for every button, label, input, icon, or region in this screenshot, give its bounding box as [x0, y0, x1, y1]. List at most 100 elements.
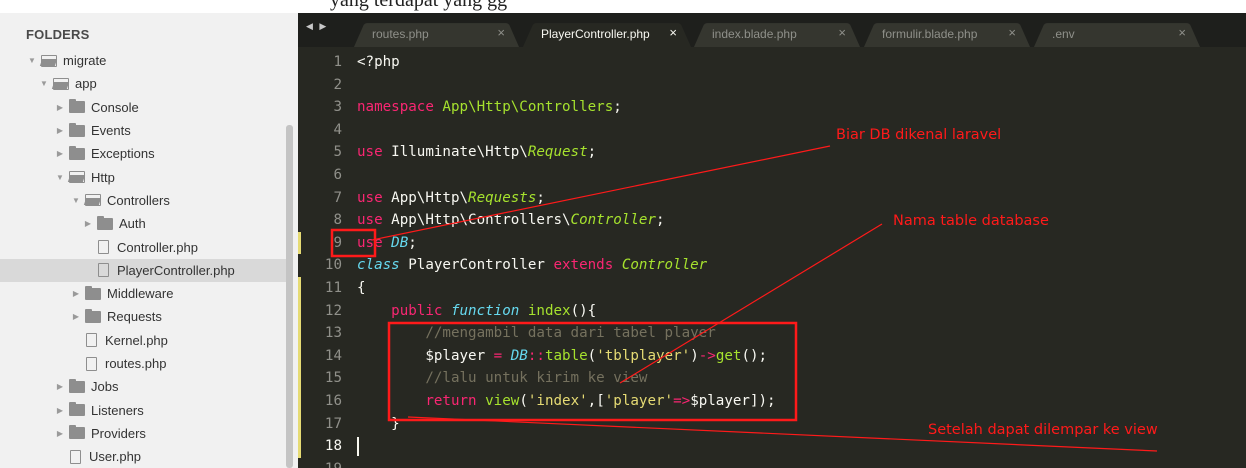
code-line: 4	[298, 119, 1246, 142]
file-item[interactable]: Controller.php	[0, 235, 288, 258]
line-number: 10	[324, 257, 342, 274]
code-token: extends	[553, 257, 614, 274]
close-icon[interactable]: ×	[1008, 25, 1016, 40]
close-icon[interactable]: ×	[838, 25, 846, 40]
line-number: 8	[333, 212, 342, 229]
code-token: App\Http\	[382, 189, 469, 206]
tree-item-label: Http	[91, 169, 115, 185]
line-number: 18	[324, 438, 342, 455]
code-area[interactable]: 1 <?php 2 3 namespace App\Http\Controllers; 4…	[298, 51, 1246, 468]
line-number: 17	[324, 415, 342, 432]
caret-right-icon[interactable]: ▶	[54, 126, 66, 135]
code-token: //lalu untuk kirim ke view	[425, 370, 648, 387]
caret-right-icon[interactable]: ▶	[54, 382, 66, 391]
tree-item-label: Auth	[119, 216, 146, 232]
sidebar-scrollbar[interactable]	[286, 125, 293, 468]
caret-down-icon[interactable]: ▼	[26, 56, 38, 65]
code-line: 9 use DB;	[298, 231, 1246, 255]
line-number: 5	[333, 144, 342, 161]
line-text: //mengambil data dari tabel player	[357, 322, 715, 345]
text-caret	[357, 436, 359, 456]
folder-item[interactable]: ▼ Http	[0, 165, 288, 188]
code-token: Request	[527, 144, 588, 161]
line-number: 13	[324, 325, 342, 342]
close-icon[interactable]: ×	[497, 25, 505, 40]
code-line: 16 return view('index',['player'=>$playe…	[298, 389, 1246, 413]
tree-item-label: Controller.php	[117, 239, 198, 255]
caret-down-icon[interactable]: ▼	[54, 173, 66, 182]
tab-label: .env	[1052, 27, 1075, 41]
folder-item[interactable]: ▶ Exceptions	[0, 142, 288, 165]
file-item[interactable]: routes.php	[0, 352, 288, 375]
tab-bar: ◀ ▶ routes.php × PlayerController.php × inde…	[298, 13, 1246, 47]
folder-item[interactable]: ▶ Listeners	[0, 398, 288, 421]
caret-down-icon[interactable]: ▼	[38, 79, 50, 88]
code-token: DB	[510, 347, 528, 364]
close-icon[interactable]: ×	[1178, 25, 1186, 40]
code-line: 5 use Illuminate\Http\Request;	[298, 141, 1246, 164]
code-token: ;	[613, 99, 622, 116]
folder-icon	[69, 145, 85, 160]
code-token: (){	[570, 302, 597, 319]
tree-item-label: Requests	[107, 309, 162, 325]
file-item[interactable]: User.php	[0, 445, 288, 468]
code-token: (	[587, 347, 597, 364]
code-token: table	[544, 347, 588, 364]
caret-right-icon[interactable]: ▶	[54, 149, 66, 158]
folder-icon	[69, 378, 85, 393]
folder-item[interactable]: ▼ app	[0, 72, 288, 95]
code-line: 13 //mengambil data dari tabel player	[298, 322, 1246, 345]
line-text: use Illuminate\Http\Request;	[357, 141, 596, 164]
caret-right-icon[interactable]: ▶	[54, 429, 66, 438]
file-item[interactable]: PlayerController.php	[0, 258, 288, 282]
editor-tab[interactable]: .env ×	[1034, 19, 1200, 47]
editor-tab[interactable]: routes.php ×	[354, 19, 519, 47]
caret-down-icon[interactable]: ▼	[70, 196, 82, 205]
code-token: (	[519, 392, 528, 409]
folder-item[interactable]: ▼ migrate	[0, 49, 288, 72]
folder-icon	[85, 308, 101, 323]
caret-right-icon[interactable]: ▶	[54, 406, 66, 415]
close-icon[interactable]: ×	[669, 25, 677, 40]
tree-item-label: Providers	[91, 425, 146, 441]
file-item[interactable]: Kernel.php	[0, 329, 288, 352]
code-line: 12 public function index(){	[298, 299, 1246, 323]
code-line: 11 {	[298, 276, 1246, 300]
tree-item-label: PlayerController.php	[117, 262, 235, 278]
folder-item[interactable]: ▶ Providers	[0, 422, 288, 445]
caret-right-icon[interactable]: ▶	[70, 289, 82, 298]
folder-item[interactable]: ▶ Console	[0, 96, 288, 119]
folder-item[interactable]: ▶ Auth	[0, 212, 288, 235]
editor-tab[interactable]: index.blade.php ×	[694, 19, 860, 47]
code-token: return	[425, 392, 477, 409]
folder-item[interactable]: ▼ Controllers	[0, 189, 288, 212]
editor-tab[interactable]: PlayerController.php ×	[523, 19, 691, 47]
folder-item[interactable]: ▶ Requests	[0, 305, 288, 328]
caret-right-icon[interactable]: ▶	[70, 312, 82, 321]
line-text: namespace App\Http\Controllers;	[357, 96, 622, 119]
tab-nav-arrows[interactable]: ◀ ▶	[306, 21, 328, 32]
sidebar: FOLDERS ▼ migrate ▼ app ▶ Console ▶ Events ▶ Exce…	[0, 13, 298, 468]
folder-item[interactable]: ▶ Middleware	[0, 282, 288, 305]
code-token: 'index'	[527, 392, 588, 409]
code-token: )	[690, 347, 699, 364]
folder-item[interactable]: ▶ Jobs	[0, 375, 288, 398]
folder-item[interactable]: ▶ Events	[0, 119, 288, 142]
caret-right-icon[interactable]: ▶	[82, 219, 94, 228]
line-number: 19	[298, 458, 342, 468]
annotation-view-label: Setelah dapat dilempar ke view	[928, 422, 1158, 438]
code-token: class	[357, 257, 400, 274]
caret-right-icon[interactable]: ▶	[54, 103, 66, 112]
tab-label: index.blade.php	[712, 27, 797, 41]
editor-tab[interactable]: formulir.blade.php ×	[864, 19, 1030, 47]
code-token: use	[357, 212, 383, 229]
tree-item-label: User.php	[89, 449, 142, 465]
sidebar-header: FOLDERS	[26, 27, 90, 42]
code-token: App\Http\Controllers\	[382, 212, 571, 229]
line-number: 15	[324, 370, 342, 387]
code-token: PlayerController	[399, 257, 554, 274]
